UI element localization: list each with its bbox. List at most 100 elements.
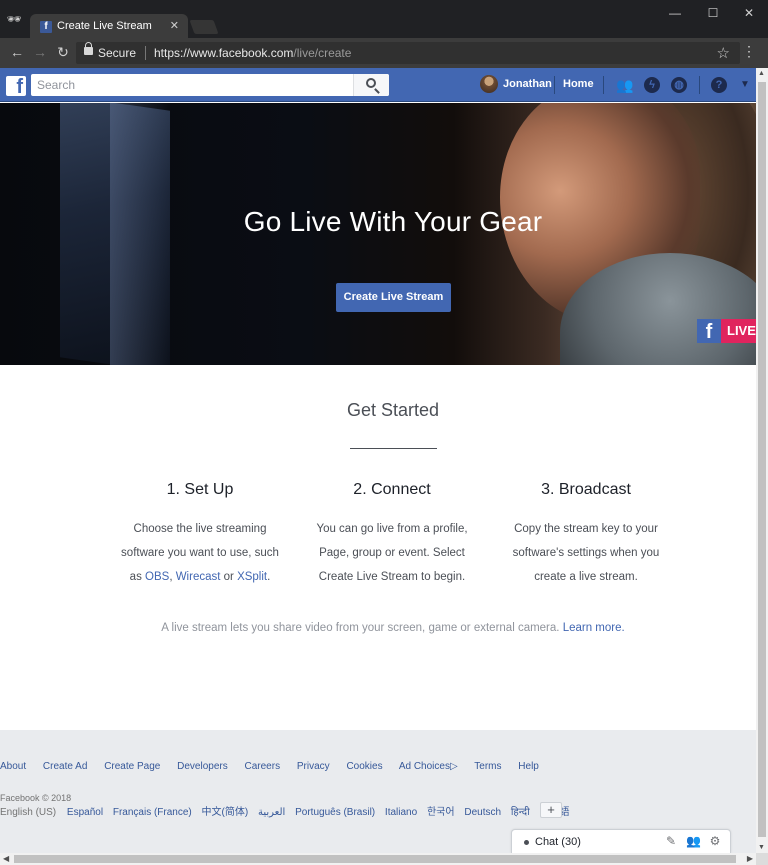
step-title: 2. Connect xyxy=(353,481,431,498)
footer-link-privacy[interactable]: Privacy xyxy=(297,761,330,772)
scroll-left-icon[interactable]: ◀ xyxy=(3,854,9,863)
language-list: English (US) Español Français (France) 中… xyxy=(0,803,576,818)
browser-tab[interactable]: f Create Live Stream ✕ xyxy=(30,14,188,40)
facebook-live-badge: f LIVE xyxy=(697,319,756,343)
close-window-icon[interactable]: ✕ xyxy=(742,6,756,20)
scrollbar-thumb[interactable] xyxy=(14,855,736,863)
language-link[interactable]: Deutsch xyxy=(464,807,501,818)
create-live-stream-button[interactable]: Create Live Stream xyxy=(336,283,451,312)
language-link[interactable]: 中文(简体) xyxy=(202,807,249,818)
bookmark-star-icon[interactable]: ☆ xyxy=(717,44,730,62)
new-message-icon[interactable]: ✎ xyxy=(664,834,678,848)
maximize-icon[interactable]: ☐ xyxy=(706,6,720,20)
search-icon xyxy=(366,78,376,88)
step-line: or xyxy=(220,571,238,583)
xsplit-link[interactable]: XSplit xyxy=(237,571,267,583)
nav-divider xyxy=(603,76,604,94)
friend-requests-icon[interactable]: 👥 xyxy=(616,77,633,93)
incognito-icon: 🕶 xyxy=(6,12,22,26)
scrollbar-corner xyxy=(756,853,768,865)
facebook-favicon-icon: f xyxy=(40,21,52,33)
scroll-right-icon[interactable]: ▶ xyxy=(747,854,753,863)
step-line: software you want to use, such xyxy=(121,547,279,559)
search-input[interactable] xyxy=(31,74,353,96)
language-link[interactable]: Português (Brasil) xyxy=(295,807,375,818)
live-stream-note: A live stream lets you share video from … xyxy=(0,622,768,634)
facebook-logo-icon[interactable]: f xyxy=(6,76,26,96)
step-title: 1. Set Up xyxy=(166,481,234,498)
live-badge-text: LIVE xyxy=(721,319,756,343)
scroll-up-icon[interactable]: ▲ xyxy=(758,70,765,77)
scroll-down-icon[interactable]: ▼ xyxy=(758,844,765,851)
footer-link-create-page[interactable]: Create Page xyxy=(104,761,160,772)
nav-divider xyxy=(554,76,555,94)
obs-link[interactable]: OBS xyxy=(145,571,169,583)
messenger-icon[interactable]: ϟ xyxy=(644,77,660,93)
address-separator xyxy=(145,46,146,60)
language-link[interactable]: 한국어 xyxy=(427,807,455,818)
step-set-up: 1. Set Up Choose the live streaming soft… xyxy=(100,481,300,589)
more-languages-button[interactable]: + xyxy=(540,802,562,818)
step-line: Choose the live streaming xyxy=(133,523,267,535)
url-text: https://www.facebook.com/live/create xyxy=(154,46,351,60)
search-button[interactable] xyxy=(353,74,389,96)
step-line: create a live stream. xyxy=(534,571,638,583)
language-link[interactable]: العربية xyxy=(258,807,285,818)
reload-icon[interactable]: ↻ xyxy=(55,44,71,60)
step-description: You can go live from a profile, Page, gr… xyxy=(292,517,492,589)
wirecast-link[interactable]: Wirecast xyxy=(176,571,221,583)
hero-title: Go Live With Your Gear xyxy=(243,206,543,237)
footer-link-help[interactable]: Help xyxy=(518,761,539,772)
browser-menu-icon[interactable]: ⋮ xyxy=(742,43,756,59)
ad-choices-icon: ▷ xyxy=(449,761,458,772)
note-text: A live stream lets you share video from … xyxy=(161,622,560,634)
tab-close-icon[interactable]: ✕ xyxy=(170,19,179,32)
minimize-icon[interactable]: — xyxy=(668,6,682,20)
footer-links: About Create Ad Create Page Developers C… xyxy=(0,761,553,772)
lock-icon xyxy=(84,42,93,55)
tab-title: Create Live Stream xyxy=(57,20,152,32)
language-link[interactable]: Español xyxy=(67,807,103,818)
step-connect: 2. Connect You can go live from a profil… xyxy=(292,481,492,589)
footer-link-about[interactable]: About xyxy=(0,761,26,772)
vertical-scrollbar[interactable]: ▲ ▼ xyxy=(756,68,768,853)
browser-titlebar: 🕶 f Create Live Stream ✕ — ☐ ✕ xyxy=(0,0,768,40)
help-icon[interactable]: ? xyxy=(711,77,727,93)
profile-link[interactable]: Jonathan xyxy=(503,78,552,90)
back-arrow-icon[interactable]: ← xyxy=(9,44,25,60)
chat-sidebar-tab[interactable]: Chat (30) ✎ 👥 ⚙ xyxy=(511,829,731,853)
footer-link-ad-choices[interactable]: Ad Choices▷ xyxy=(399,761,458,772)
footer-link-terms[interactable]: Terms xyxy=(474,761,501,772)
avatar[interactable] xyxy=(480,75,498,93)
home-link[interactable]: Home xyxy=(563,78,594,90)
chat-settings-gear-icon[interactable]: ⚙ xyxy=(708,834,722,848)
account-menu-caret-icon[interactable]: ▼ xyxy=(737,77,753,93)
new-tab-button[interactable] xyxy=(189,20,219,34)
scrollbar-thumb[interactable] xyxy=(758,82,766,837)
footer-link-create-ad[interactable]: Create Ad xyxy=(43,761,87,772)
facebook-header: f Jonathan Home 👥 ϟ ◍ ? ▼ xyxy=(0,68,756,102)
url-path: /live/create xyxy=(293,46,352,60)
horizontal-scrollbar[interactable]: ◀ ▶ xyxy=(0,853,756,865)
browser-toolbar: ← → ↻ Secure https://www.facebook.com/li… xyxy=(0,38,768,68)
forward-arrow-icon[interactable]: → xyxy=(32,44,48,60)
step-line: as xyxy=(129,571,146,583)
step-line: You can go live from a profile, xyxy=(316,523,468,535)
nav-divider xyxy=(699,76,700,94)
url-host: https://www.facebook.com xyxy=(154,46,294,60)
facebook-live-f-icon: f xyxy=(697,319,721,343)
step-description: Choose the live streaming software you w… xyxy=(100,517,300,589)
learn-more-link[interactable]: Learn more. xyxy=(563,622,625,634)
footer-link-careers[interactable]: Careers xyxy=(245,761,281,772)
footer-link-developers[interactable]: Developers xyxy=(177,761,228,772)
step-line: Page, group or event. Select xyxy=(319,547,465,559)
language-link[interactable]: Italiano xyxy=(385,807,417,818)
ad-choices-label: Ad Choices xyxy=(398,761,450,772)
footer-link-cookies[interactable]: Cookies xyxy=(346,761,382,772)
step-line: . xyxy=(267,571,271,583)
create-group-icon[interactable]: 👥 xyxy=(686,834,701,848)
address-bar[interactable]: Secure https://www.facebook.com/live/cre… xyxy=(76,42,740,64)
language-link[interactable]: Français (France) xyxy=(113,807,192,818)
notifications-globe-icon[interactable]: ◍ xyxy=(671,77,687,93)
language-link[interactable]: हिन्दी xyxy=(511,807,530,818)
